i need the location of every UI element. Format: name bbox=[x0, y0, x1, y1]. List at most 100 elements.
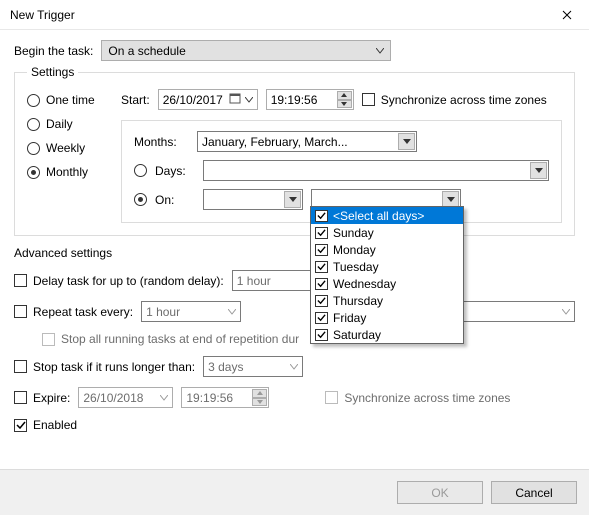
radio-weekly[interactable]: Weekly bbox=[27, 141, 107, 155]
radio-monthly[interactable]: Monthly bbox=[27, 165, 107, 179]
option-label: Saturday bbox=[333, 328, 381, 342]
titlebar: New Trigger bbox=[0, 0, 589, 30]
chevron-down-icon bbox=[530, 162, 547, 179]
option-label: Thursday bbox=[333, 294, 383, 308]
delay-label: Delay task for up to (random delay): bbox=[33, 274, 224, 288]
stop-if-longer-checkbox[interactable]: Stop task if it runs longer than: bbox=[14, 360, 195, 374]
radio-icon bbox=[27, 166, 40, 179]
start-time-value: 19:19:56 bbox=[271, 93, 318, 107]
repeat-duration-combo[interactable] bbox=[455, 301, 575, 322]
radio-daily[interactable]: Daily bbox=[27, 117, 107, 131]
checkbox-icon bbox=[362, 93, 375, 106]
dropdown-option-wednesday[interactable]: Wednesday bbox=[311, 275, 463, 292]
chevron-down-icon bbox=[562, 309, 570, 315]
chevron-down-icon bbox=[290, 364, 298, 370]
chevron-up-icon[interactable] bbox=[337, 91, 352, 100]
stop-if-longer-label: Stop task if it runs longer than: bbox=[33, 360, 195, 374]
expire-date-input[interactable]: 26/10/2018 bbox=[78, 387, 173, 408]
stop-running-checkbox: Stop all running tasks at end of repetit… bbox=[42, 332, 299, 346]
checkbox-icon bbox=[315, 278, 328, 290]
repeat-checkbox[interactable]: Repeat task every: bbox=[14, 305, 133, 319]
checkbox-icon bbox=[315, 227, 328, 239]
checkbox-icon bbox=[325, 391, 338, 404]
days-combo[interactable] bbox=[203, 160, 549, 181]
chevron-down-icon bbox=[398, 133, 415, 150]
dropdown-option-friday[interactable]: Friday bbox=[311, 309, 463, 326]
settings-legend: Settings bbox=[27, 65, 78, 79]
chevron-down-icon bbox=[252, 398, 267, 407]
radio-one-time-label: One time bbox=[46, 93, 95, 107]
sync-timezones-label: Synchronize across time zones bbox=[381, 93, 547, 107]
expire-sync-tz-checkbox: Synchronize across time zones bbox=[325, 391, 510, 405]
dropdown-option-select-all[interactable]: <Select all days> bbox=[311, 207, 463, 224]
enabled-label: Enabled bbox=[33, 418, 77, 432]
footer: OK Cancel bbox=[0, 469, 589, 515]
months-label: Months: bbox=[134, 135, 189, 149]
sync-timezones-checkbox[interactable]: Synchronize across time zones bbox=[362, 93, 547, 107]
option-label: Wednesday bbox=[333, 277, 396, 291]
on-week-combo[interactable] bbox=[203, 189, 303, 210]
close-button[interactable] bbox=[544, 0, 589, 30]
cancel-button[interactable]: Cancel bbox=[491, 481, 577, 504]
checkbox-icon bbox=[315, 329, 328, 341]
dropdown-option-tuesday[interactable]: Tuesday bbox=[311, 258, 463, 275]
ok-button[interactable]: OK bbox=[397, 481, 483, 504]
settings-group: Settings One time Daily Weekly Monthly S… bbox=[14, 65, 575, 236]
months-combo[interactable]: January, February, March... bbox=[197, 131, 417, 152]
radio-one-time[interactable]: One time bbox=[27, 93, 107, 107]
start-date-input[interactable]: 26/10/2017 bbox=[158, 89, 258, 110]
chevron-down-icon bbox=[228, 309, 236, 315]
checkbox-icon bbox=[315, 244, 328, 256]
checkbox-icon bbox=[14, 419, 27, 432]
option-label: Tuesday bbox=[333, 260, 379, 274]
radio-daily-label: Daily bbox=[46, 117, 73, 131]
radio-icon bbox=[27, 118, 40, 131]
repeat-label: Repeat task every: bbox=[33, 305, 133, 319]
months-value: January, February, March... bbox=[202, 135, 348, 149]
chevron-down-icon bbox=[284, 191, 301, 208]
checkbox-icon bbox=[315, 312, 328, 324]
delay-checkbox[interactable]: Delay task for up to (random delay): bbox=[14, 274, 224, 288]
expire-time-input[interactable]: 19:19:56 bbox=[181, 387, 269, 408]
repeat-value-combo[interactable]: 1 hour bbox=[141, 301, 241, 322]
radio-days[interactable] bbox=[134, 164, 147, 177]
repeat-value: 1 hour bbox=[146, 305, 180, 319]
radio-icon bbox=[27, 142, 40, 155]
expire-sync-tz-label: Synchronize across time zones bbox=[344, 391, 510, 405]
checkbox-icon bbox=[14, 391, 27, 404]
window-title: New Trigger bbox=[10, 8, 544, 22]
dropdown-option-thursday[interactable]: Thursday bbox=[311, 292, 463, 309]
chevron-up-icon bbox=[252, 389, 267, 398]
option-label: Monday bbox=[333, 243, 376, 257]
dropdown-option-saturday[interactable]: Saturday bbox=[311, 326, 463, 343]
radio-icon bbox=[27, 94, 40, 107]
close-icon bbox=[562, 10, 572, 20]
chevron-down-icon[interactable] bbox=[337, 100, 352, 109]
chevron-down-icon bbox=[376, 48, 384, 54]
checkbox-icon bbox=[315, 261, 328, 273]
time-spinner[interactable] bbox=[337, 91, 352, 108]
option-label: <Select all days> bbox=[333, 209, 424, 223]
checkbox-icon bbox=[14, 274, 27, 287]
chevron-down-icon bbox=[160, 395, 168, 401]
dropdown-option-monday[interactable]: Monday bbox=[311, 241, 463, 258]
dropdown-option-sunday[interactable]: Sunday bbox=[311, 224, 463, 241]
days-label: Days: bbox=[155, 164, 195, 178]
chevron-down-icon bbox=[245, 97, 253, 103]
radio-on[interactable] bbox=[134, 193, 147, 206]
advanced-legend: Advanced settings bbox=[14, 246, 575, 260]
expire-checkbox[interactable]: Expire: bbox=[14, 391, 70, 405]
checkbox-icon bbox=[42, 333, 55, 346]
radio-weekly-label: Weekly bbox=[46, 141, 85, 155]
checkbox-icon bbox=[315, 295, 328, 307]
option-label: Friday bbox=[333, 311, 366, 325]
begin-task-select[interactable]: On a schedule bbox=[101, 40, 391, 61]
days-dropdown-panel[interactable]: <Select all days> Sunday Monday Tuesday … bbox=[310, 206, 464, 344]
start-time-input[interactable]: 19:19:56 bbox=[266, 89, 354, 110]
expire-time-value: 19:19:56 bbox=[186, 391, 233, 405]
delay-value: 1 hour bbox=[237, 274, 271, 288]
stop-if-longer-combo[interactable]: 3 days bbox=[203, 356, 303, 377]
expire-label: Expire: bbox=[33, 391, 70, 405]
enabled-checkbox[interactable]: Enabled bbox=[14, 418, 77, 432]
time-spinner[interactable] bbox=[252, 389, 267, 406]
